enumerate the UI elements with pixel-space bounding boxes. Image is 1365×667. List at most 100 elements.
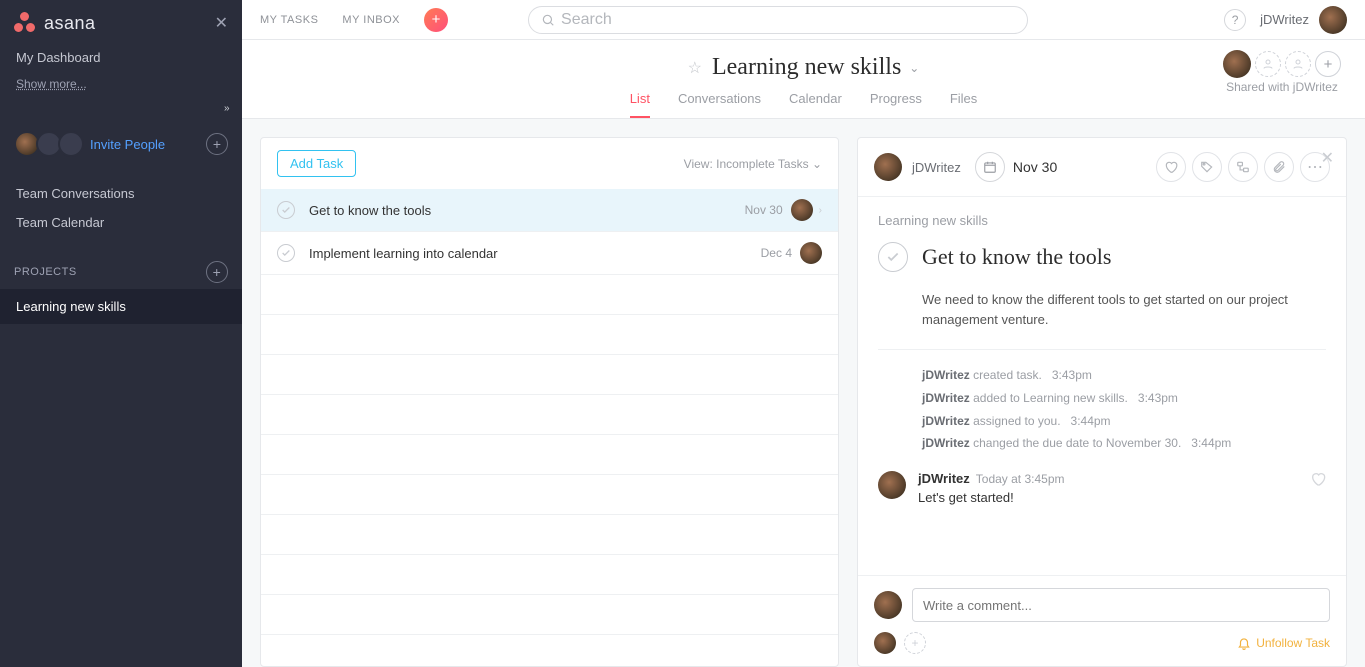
tab-calendar[interactable]: Calendar [789, 91, 842, 118]
activity-entry: jDWritez assigned to you.3:44pm [922, 410, 1326, 433]
close-sidebar-icon[interactable]: ✕ [215, 13, 228, 33]
shared-avatar [1223, 50, 1251, 78]
add-follower-button[interactable]: + [904, 632, 926, 654]
expand-sidebar-icon[interactable]: » [224, 103, 230, 114]
unfollow-button[interactable]: Unfollow Task [1237, 636, 1330, 650]
app-name: asana [44, 13, 96, 34]
subtask-button[interactable] [1228, 152, 1258, 182]
placeholder-member-icon [1255, 51, 1281, 77]
check-icon [886, 250, 900, 264]
global-add-button[interactable]: + [424, 8, 448, 32]
empty-task-row[interactable] [261, 635, 838, 666]
detail-project-tag[interactable]: Learning new skills [878, 213, 1326, 228]
tag-button[interactable] [1192, 152, 1222, 182]
placeholder-member-icon [1285, 51, 1311, 77]
empty-task-row[interactable] [261, 395, 838, 435]
task-detail-panel: ✕ jDWritez Nov 30 ⋯ Learning new skills [857, 137, 1347, 667]
add-project-button[interactable]: + [206, 261, 228, 283]
empty-task-row[interactable] [261, 435, 838, 475]
subtask-icon [1236, 160, 1250, 174]
sidebar-header: asana ✕ [0, 0, 242, 44]
task-row[interactable]: Get to know the tools Nov 30 › [261, 189, 838, 232]
project-dropdown-icon[interactable]: ⌄ [909, 61, 919, 75]
detail-title: Get to know the tools [922, 244, 1111, 270]
paperclip-icon [1272, 160, 1286, 174]
search-input[interactable]: Search [528, 6, 1028, 34]
task-title: Get to know the tools [309, 203, 431, 218]
task-title: Implement learning into calendar [309, 246, 498, 261]
sidebar: asana ✕ My Dashboard Show more... Invite… [0, 0, 242, 667]
due-date-button[interactable] [975, 152, 1005, 182]
team-avatars-row: Invite People + [0, 131, 242, 157]
empty-task-row[interactable] [261, 515, 838, 555]
like-button[interactable] [1156, 152, 1186, 182]
add-member-button[interactable]: + [1315, 51, 1341, 77]
empty-task-row[interactable] [261, 355, 838, 395]
divider [878, 349, 1326, 350]
activity-log: jDWritez created task.3:43pmjDWritez add… [878, 364, 1326, 455]
show-more-link[interactable]: Show more... [0, 71, 242, 97]
current-user-name[interactable]: jDWritez [1260, 12, 1309, 27]
empty-task-row[interactable] [261, 555, 838, 595]
team-calendar-link[interactable]: Team Calendar [0, 208, 242, 237]
activity-entry: jDWritez created task.3:43pm [922, 364, 1326, 387]
add-team-member-button[interactable]: + [206, 133, 228, 155]
task-panel: Add Task View: Incomplete Tasks ⌄ Get to… [260, 137, 839, 667]
tab-list[interactable]: List [630, 91, 650, 118]
view-toggle-label: View: Incomplete Tasks [684, 157, 809, 171]
projects-header-label: PROJECTS [14, 266, 77, 278]
due-date-label: Nov 30 [1013, 159, 1057, 175]
add-task-button[interactable]: Add Task [277, 150, 356, 177]
follower-avatar [874, 632, 896, 654]
team-conversations-link[interactable]: Team Conversations [0, 179, 242, 208]
like-comment-button[interactable] [1310, 471, 1326, 492]
project-title: Learning new skills [712, 54, 901, 81]
view-toggle[interactable]: View: Incomplete Tasks ⌄ [684, 157, 822, 171]
my-dashboard-link[interactable]: My Dashboard [0, 44, 242, 71]
empty-task-row[interactable] [261, 275, 838, 315]
tab-progress[interactable]: Progress [870, 91, 922, 118]
help-button[interactable]: ? [1224, 9, 1246, 31]
empty-task-row[interactable] [261, 475, 838, 515]
complete-task-button[interactable] [878, 242, 908, 272]
complete-checkbox[interactable] [277, 244, 295, 262]
empty-task-row[interactable] [261, 315, 838, 355]
task-due: Nov 30 [745, 203, 783, 217]
sidebar-project-item[interactable]: Learning new skills [0, 289, 242, 324]
detail-description: We need to know the different tools to g… [878, 290, 1326, 329]
empty-task-row[interactable] [261, 595, 838, 635]
assignee-avatar [874, 153, 902, 181]
task-assignee-avatar [800, 242, 822, 264]
projects-header: PROJECTS + [0, 251, 242, 289]
comment-input[interactable] [912, 588, 1330, 622]
my-inbox-link[interactable]: MY INBOX [342, 14, 400, 26]
comment-author: jDWritez [918, 471, 970, 486]
chevron-right-icon: › [819, 205, 822, 216]
activity-entry: jDWritez changed the due date to Novembe… [922, 432, 1326, 455]
compose-avatar [874, 591, 902, 619]
heart-icon [1310, 471, 1326, 487]
complete-checkbox[interactable] [277, 201, 295, 219]
tab-files[interactable]: Files [950, 91, 977, 118]
asana-logo-icon [14, 12, 36, 34]
task-row[interactable]: Implement learning into calendarDec 4 [261, 232, 838, 275]
bell-icon [1237, 636, 1251, 650]
current-user-avatar[interactable] [1319, 6, 1347, 34]
shared-with-label: Shared with jDWritez [1223, 80, 1341, 94]
topbar: MY TASKS MY INBOX + Search ? jDWritez [242, 0, 1365, 40]
heart-icon [1164, 160, 1178, 174]
shared-with-cluster: + Shared with jDWritez [1223, 50, 1341, 94]
project-header: » ☆ Learning new skills ⌄ + Shared with … [242, 40, 1365, 119]
invite-people-link[interactable]: Invite People [90, 137, 165, 152]
calendar-icon [983, 160, 997, 174]
tab-conversations[interactable]: Conversations [678, 91, 761, 118]
star-icon[interactable]: ☆ [688, 58, 702, 78]
attachment-button[interactable] [1264, 152, 1294, 182]
close-detail-icon[interactable]: ✕ [1321, 148, 1334, 168]
activity-entry: jDWritez added to Learning new skills.3:… [922, 387, 1326, 410]
unfollow-label: Unfollow Task [1256, 636, 1330, 650]
tag-icon [1200, 160, 1214, 174]
task-assignee-avatar [791, 199, 813, 221]
my-tasks-link[interactable]: MY TASKS [260, 14, 318, 26]
placeholder-avatar [58, 131, 84, 157]
